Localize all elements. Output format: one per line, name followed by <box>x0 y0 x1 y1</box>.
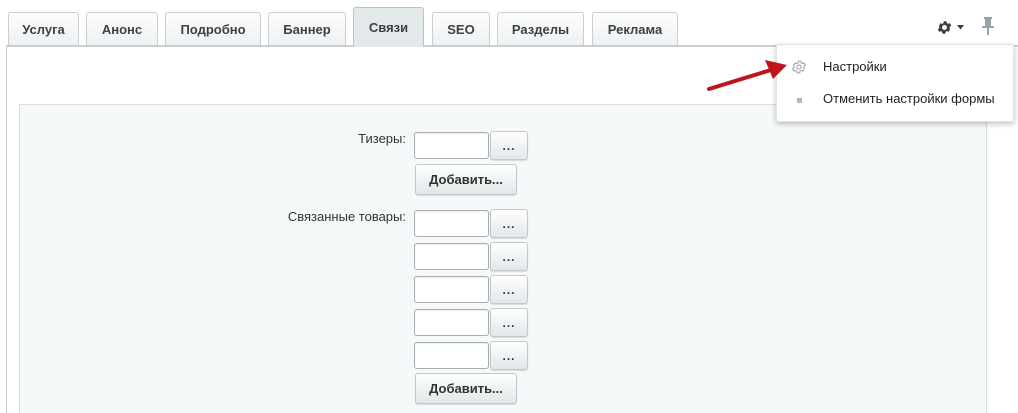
related-product-browse-button[interactable]: ... <box>490 341 528 370</box>
chevron-down-icon <box>957 24 964 29</box>
links-form: Тизеры: ... Добавить... Связанные товары… <box>19 104 987 413</box>
tab-label: Услуга <box>22 21 65 37</box>
tab-announce[interactable]: Анонс <box>86 12 158 45</box>
tab-label: Связи <box>368 20 409 35</box>
tab-label: Анонс <box>101 21 143 37</box>
menu-item-label: Настройки <box>823 59 887 74</box>
related-product-input[interactable] <box>414 342 489 369</box>
tab-sections[interactable]: Разделы <box>497 12 584 45</box>
related-product-input[interactable] <box>414 309 489 336</box>
related-product-browse-button[interactable]: ... <box>490 209 528 238</box>
menu-item-label: Отменить настройки формы <box>823 91 995 106</box>
teaser-browse-button[interactable]: ... <box>490 131 528 160</box>
related-product-browse-button[interactable]: ... <box>490 308 528 337</box>
menu-item-reset-form-settings[interactable]: Отменить настройки формы <box>777 85 1015 113</box>
tab-ads[interactable]: Реклама <box>592 12 678 45</box>
tab-links[interactable]: Связи <box>353 7 424 47</box>
settings-menu: Настройки Отменить настройки формы <box>776 44 1014 122</box>
settings-button[interactable] <box>936 16 968 38</box>
related-product-input[interactable] <box>414 210 489 237</box>
related-product-input[interactable] <box>414 243 489 270</box>
pin-icon <box>982 17 994 35</box>
gear-icon <box>937 20 952 34</box>
annotation-arrow-icon <box>707 60 787 91</box>
menu-item-settings[interactable]: Настройки <box>777 53 1015 81</box>
related-product-input[interactable] <box>414 276 489 303</box>
pin-button[interactable] <box>979 15 997 39</box>
tab-label: SEO <box>447 21 475 37</box>
tab-label: Реклама <box>607 21 663 37</box>
teaser-input[interactable] <box>414 132 489 159</box>
related-product-add-button[interactable]: Добавить... <box>415 373 517 404</box>
tab-service[interactable]: Услуга <box>8 12 79 45</box>
teasers-label: Тизеры: <box>358 131 406 146</box>
tab-seo[interactable]: SEO <box>432 12 490 45</box>
tab-label: Разделы <box>511 21 570 37</box>
related-product-browse-button[interactable]: ... <box>490 242 528 271</box>
teaser-add-button[interactable]: Добавить... <box>415 164 517 195</box>
tab-label: Баннер <box>283 21 331 37</box>
related-products-label: Связанные товары: <box>287 209 406 224</box>
tab-details[interactable]: Подробно <box>165 12 261 45</box>
tab-bar: Услуга Анонс Подробно Баннер Связи SEO Р… <box>0 0 1018 47</box>
tab-label: Подробно <box>180 21 246 37</box>
related-product-browse-button[interactable]: ... <box>490 275 528 304</box>
tab-banner[interactable]: Баннер <box>268 12 346 45</box>
